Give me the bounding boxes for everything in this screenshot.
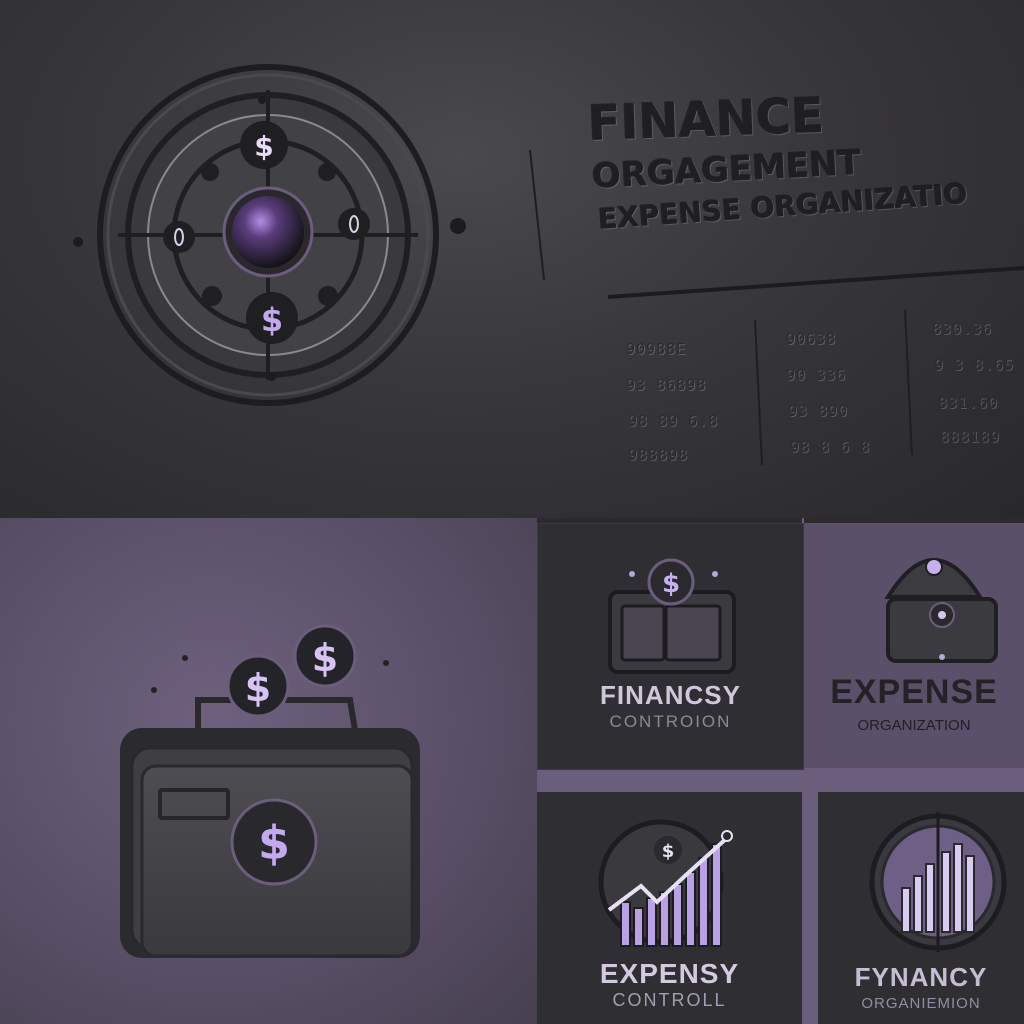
svg-text:$: $ (245, 666, 271, 710)
logo-subtitle: ORGANIZATION (857, 717, 971, 734)
number-cell: 98 89 6.8 (628, 412, 719, 430)
number-cell: 9 3 8.65 (934, 356, 1015, 374)
logo-word: FINANCSY (600, 680, 741, 710)
logo-subtitle: ORGANIEMION (861, 995, 981, 1012)
wallet-coins-icon: $ $ $ (120, 624, 420, 958)
number-cell: 90988E (626, 340, 687, 358)
number-cell: 90638 (786, 330, 837, 348)
svg-text:$: $ (662, 841, 675, 862)
logo-subtitle: CONTROION (609, 712, 732, 731)
logo-word: EXPENSY (599, 958, 740, 989)
logo-word: FYNANCY (854, 962, 988, 992)
heading-finance: FINANCE (587, 87, 826, 153)
logo-card-fynancy: FYNANCY ORGANIEMION (818, 792, 1024, 1024)
svg-text:$: $ (662, 569, 680, 599)
logo-word: EXPENSE (830, 673, 998, 711)
divider (802, 768, 818, 1024)
number-cell: 90 336 (786, 366, 847, 384)
number-cell: 988898 (628, 446, 689, 464)
top-finance-panel: $ $ FINANCE ORGAGEMENT EXPENSE ORGANIZAT… (0, 0, 1024, 518)
logo-card-expense: EXPENSE ORGANIZATION (804, 523, 1024, 768)
logo-subtitle: CONTROLL (612, 990, 727, 1010)
number-cell: 888189 (940, 428, 1001, 446)
logo-card-expensy: $ EXPENSY CONTROLL (537, 792, 802, 1024)
wallet-panel: $ $ $ (0, 518, 537, 1024)
wallet-coin-icon: $ (608, 558, 736, 674)
number-cell: 93 86898 (626, 376, 707, 394)
svg-text:$: $ (312, 636, 338, 680)
divider (537, 768, 1024, 792)
logo-card-financsy: $ FINANCSY CONTROION (537, 523, 804, 770)
svg-text:$: $ (258, 816, 290, 870)
number-cell: 830.36 (932, 320, 993, 338)
divider-lines (529, 149, 1024, 466)
number-cell: 93 890 (788, 402, 849, 420)
number-cell: 98 8 6 8 (790, 438, 871, 456)
number-cell: 831.60 (938, 394, 999, 412)
